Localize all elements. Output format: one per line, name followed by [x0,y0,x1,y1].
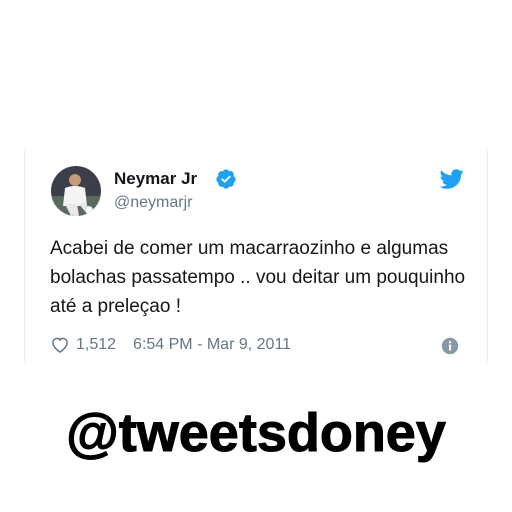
verified-badge-icon [216,169,236,189]
watermark: @tweetsdoney [66,403,447,464]
handle[interactable]: @neymarjr [114,194,192,212]
twitter-bird-icon[interactable] [440,167,464,191]
info-icon[interactable] [441,337,459,355]
like-count[interactable]: 1,512 [76,336,116,354]
timestamp[interactable]: 6:54 PM - Mar 9, 2011 [133,336,291,354]
profile-photo [51,166,101,216]
tweet-footer: 1,512 6:54 PM - Mar 9, 2011 [50,334,291,356]
avatar[interactable] [51,166,101,216]
display-name[interactable]: Neymar Jr [114,169,197,189]
heart-icon[interactable] [50,335,70,355]
tweet-card: Neymar Jr @neymarjr Acabei de comer um m… [24,150,488,362]
tweet-text: Acabei de comer um macarraozinho e algum… [50,238,466,317]
